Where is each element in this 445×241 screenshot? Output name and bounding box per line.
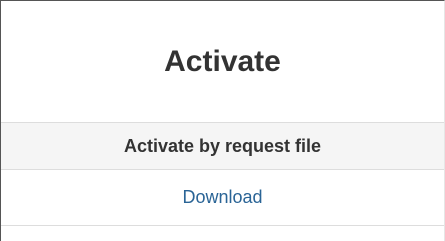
activate-panel: Activate Activate by request file Downlo…: [0, 0, 445, 241]
page-title: Activate: [164, 44, 281, 78]
download-link[interactable]: Download: [182, 187, 262, 208]
request-file-section-header: Activate by request file: [1, 122, 444, 170]
section-heading: Activate by request file: [123, 135, 322, 156]
panel-header: Activate: [1, 1, 444, 122]
download-row: Download: [1, 170, 444, 226]
